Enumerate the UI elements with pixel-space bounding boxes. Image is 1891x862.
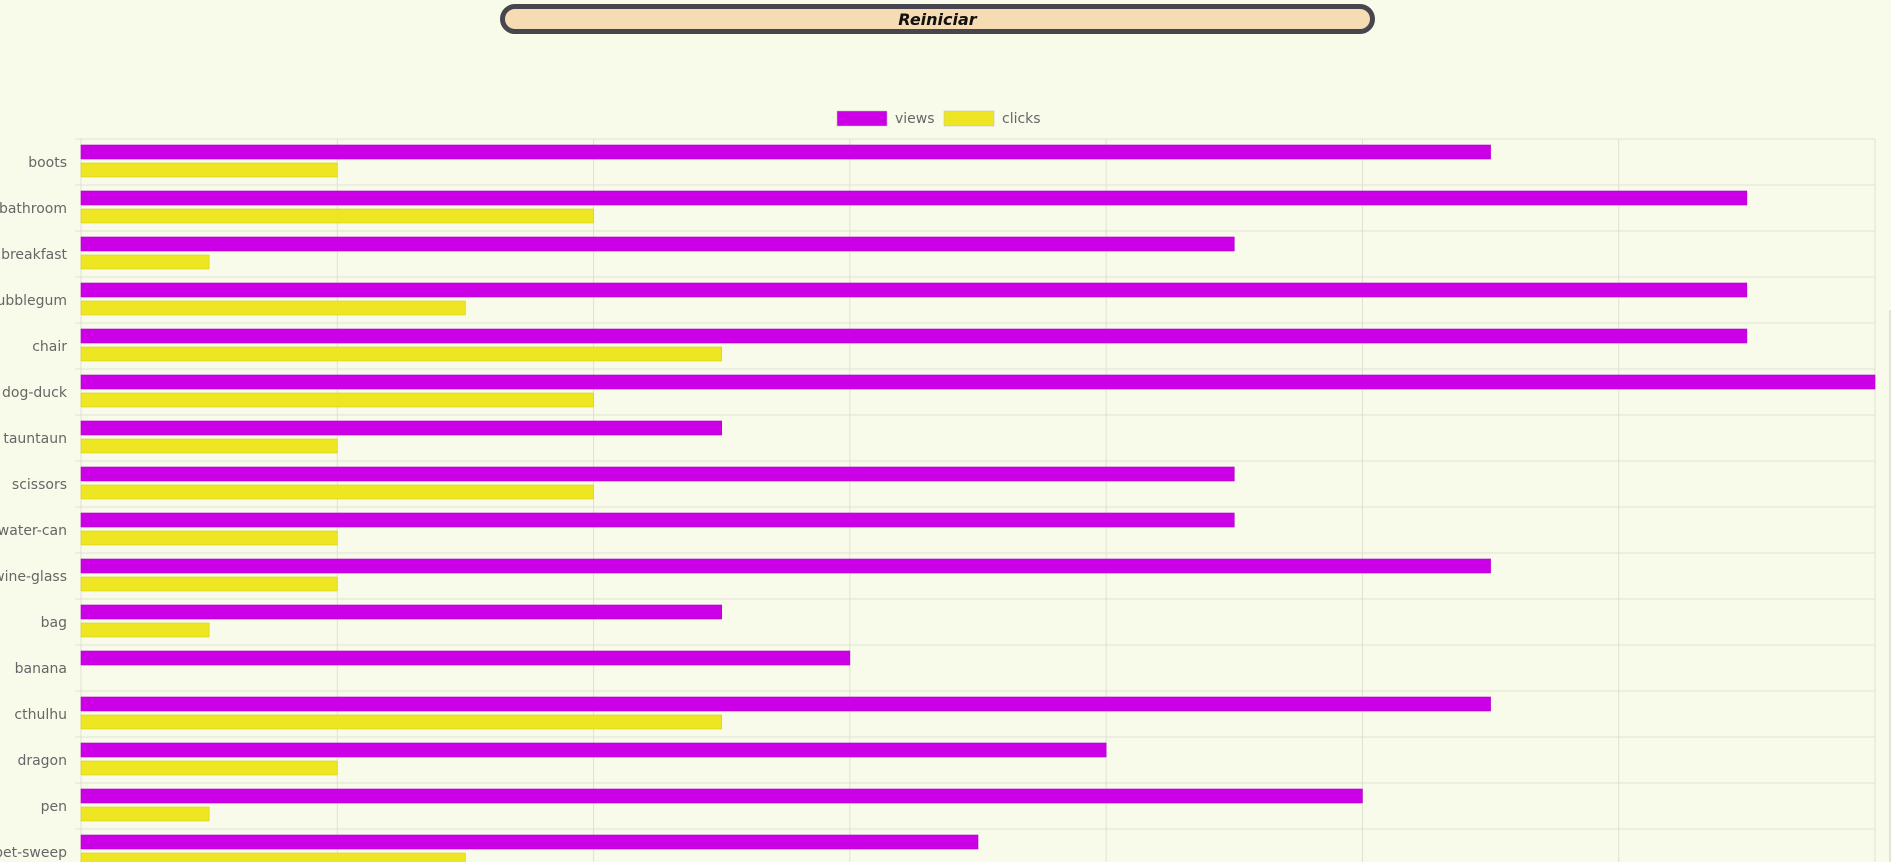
bar-clicks-chair[interactable]: [80, 346, 723, 362]
bar-views-pen[interactable]: [80, 788, 1363, 804]
bar-clicks-dragon[interactable]: [80, 760, 338, 776]
bar-views-cthulhu[interactable]: [80, 696, 1491, 712]
bar-clicks-breakfast[interactable]: [80, 254, 210, 270]
views-clicks-bar-chart: views clicks boots bathroom breakfast bubble…: [0, 110, 1876, 862]
bar-clicks-pet-sweep[interactable]: [80, 852, 466, 862]
chart-legend: views clicks: [836, 110, 1041, 127]
legend-label-clicks[interactable]: clicks: [1002, 111, 1041, 127]
bar-clicks-tauntaun[interactable]: [80, 438, 338, 454]
bar-views-breakfast[interactable]: [80, 236, 1235, 252]
y-tick-label-chair: chair: [32, 339, 67, 355]
bar-views-banana[interactable]: [80, 650, 851, 666]
bar-clicks-boots[interactable]: [80, 162, 338, 178]
chart-y-labels: boots bathroom breakfast bubblegum chair dog-…: [0, 155, 68, 861]
y-tick-label-water-can: water-can: [0, 523, 67, 539]
bar-views-bag[interactable]: [80, 604, 723, 620]
bar-clicks-pen[interactable]: [80, 806, 210, 822]
y-tick-label-bag: bag: [41, 615, 67, 631]
bar-views-scissors[interactable]: [80, 466, 1235, 482]
bar-views-dragon[interactable]: [80, 742, 1107, 758]
y-tick-label-boots: boots: [28, 155, 67, 171]
bar-views-wine-glass[interactable]: [80, 558, 1491, 574]
y-tick-label-wine-glass: wine-glass: [0, 569, 67, 585]
bar-clicks-dog-duck[interactable]: [80, 392, 594, 408]
bar-clicks-wine-glass[interactable]: [80, 576, 338, 592]
y-tick-label-pen: pen: [41, 799, 67, 815]
reset-button[interactable]: Reiniciar: [500, 4, 1375, 34]
bar-views-bathroom[interactable]: [80, 190, 1748, 206]
y-tick-label-dog-duck: dog-duck: [2, 385, 68, 401]
bar-clicks-bubblegum[interactable]: [80, 300, 466, 316]
bar-views-water-can[interactable]: [80, 512, 1235, 528]
y-tick-label-cthulhu: cthulhu: [14, 707, 67, 723]
y-tick-label-pet-sweep: pet-sweep: [0, 845, 67, 861]
y-tick-label-bathroom: bathroom: [0, 201, 67, 217]
bar-views-dog-duck[interactable]: [80, 374, 1876, 390]
bar-views-tauntaun[interactable]: [80, 420, 723, 436]
y-tick-label-scissors: scissors: [12, 477, 67, 493]
legend-label-views[interactable]: views: [895, 111, 935, 127]
y-tick-label-tauntaun: tauntaun: [3, 431, 67, 447]
y-tick-label-breakfast: breakfast: [1, 247, 67, 263]
bar-views-boots[interactable]: [80, 144, 1491, 160]
y-tick-label-banana: banana: [15, 661, 67, 677]
y-tick-label-dragon: dragon: [17, 753, 67, 769]
legend-swatch-clicks[interactable]: [943, 110, 995, 127]
bar-clicks-cthulhu[interactable]: [80, 714, 723, 730]
y-tick-label-bubblegum: bubblegum: [0, 293, 67, 309]
bar-clicks-scissors[interactable]: [80, 484, 594, 500]
bar-views-pet-sweep[interactable]: [80, 834, 979, 850]
bar-clicks-bag[interactable]: [80, 622, 210, 638]
bar-clicks-water-can[interactable]: [80, 530, 338, 546]
bar-views-bubblegum[interactable]: [80, 282, 1748, 298]
bar-clicks-bathroom[interactable]: [80, 208, 594, 224]
chart-bars: [80, 144, 1876, 862]
bar-views-chair[interactable]: [80, 328, 1748, 344]
legend-swatch-views[interactable]: [836, 110, 888, 127]
